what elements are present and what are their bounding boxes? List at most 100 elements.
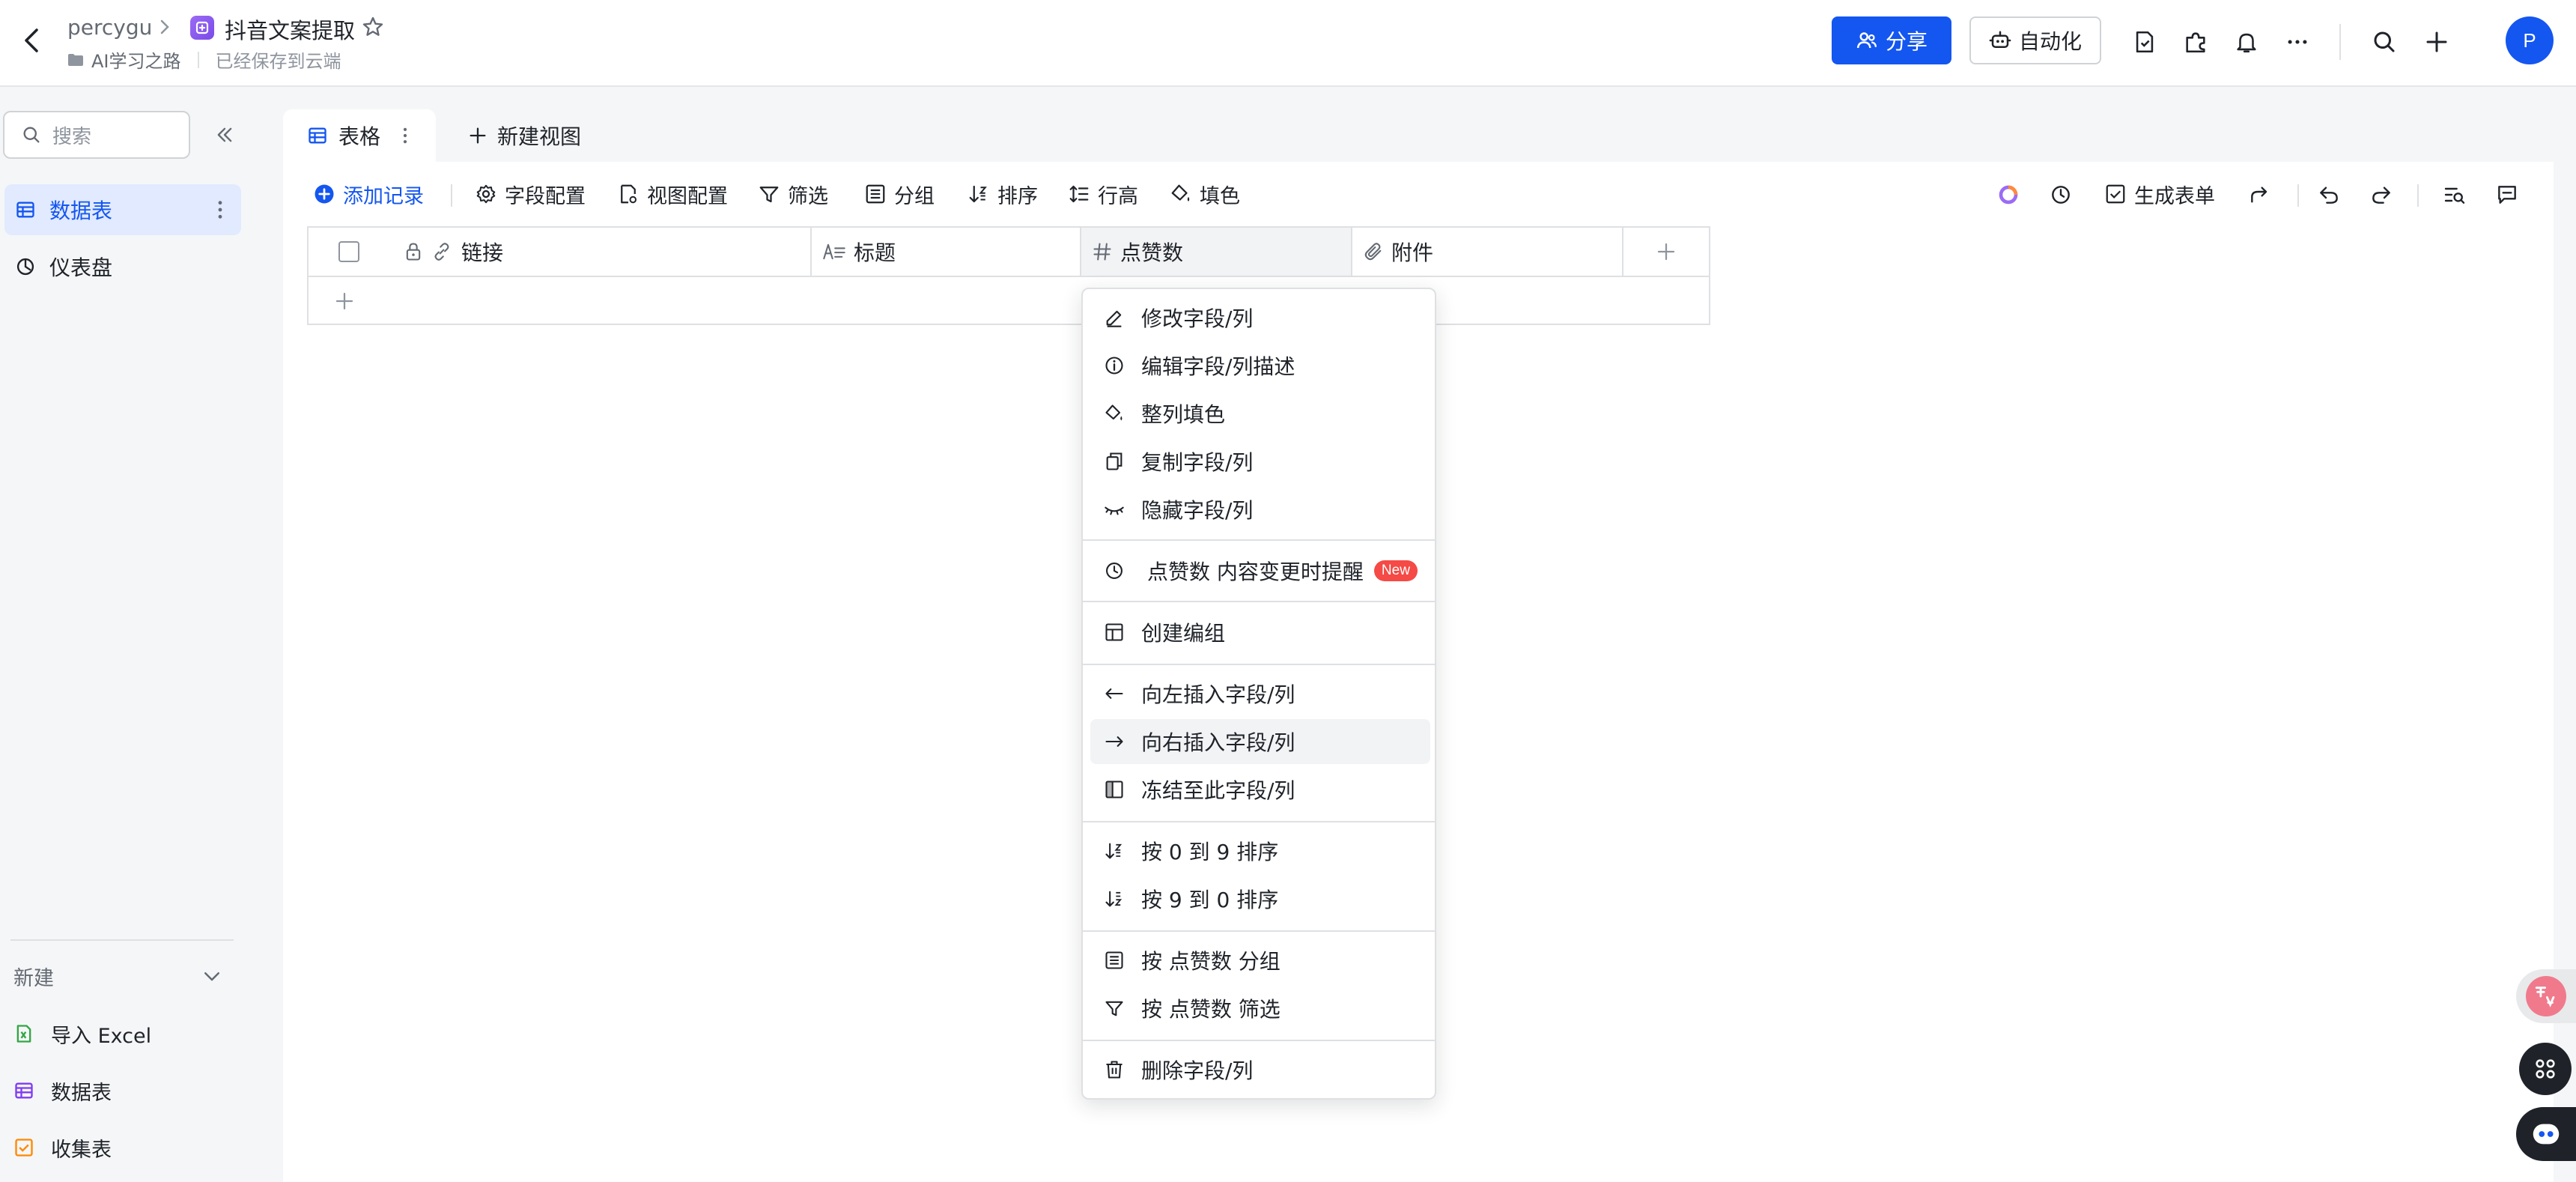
- plugins-button[interactable]: [2179, 25, 2212, 58]
- more-horizontal-icon: [2288, 40, 2307, 44]
- menu-item-create-group[interactable]: 创建编组: [1090, 610, 1430, 655]
- new-section-toggle[interactable]: 新建: [13, 957, 223, 995]
- more-vertical-icon[interactable]: [400, 125, 410, 146]
- new-import-excel[interactable]: 导入 Excel: [13, 1013, 151, 1055]
- add-record-button[interactable]: 添加记录: [313, 178, 424, 210]
- select-all-checkbox[interactable]: [338, 241, 359, 262]
- view-tabs: 表格 新建视图: [283, 109, 2554, 162]
- redo-button[interactable]: [2366, 180, 2396, 210]
- sidebar-item-datatable[interactable]: 数据表: [4, 184, 241, 235]
- add-column-button[interactable]: [1623, 228, 1709, 276]
- chevron-right-icon: [160, 19, 169, 34]
- sort-icon: [969, 185, 987, 203]
- sidebar-search-input[interactable]: 搜索: [3, 111, 190, 159]
- filter-button[interactable]: 筛选: [758, 178, 828, 210]
- star-icon[interactable]: [361, 15, 385, 39]
- breadcrumb-user[interactable]: percygu: [67, 15, 152, 40]
- column-header-label: 标题: [854, 240, 896, 265]
- divider: [2417, 184, 2419, 207]
- fill-color-button[interactable]: 填色: [1170, 178, 1240, 210]
- new-datatable[interactable]: 数据表: [13, 1070, 112, 1112]
- column-header-title[interactable]: 标题: [812, 228, 1081, 276]
- doc-info-button[interactable]: [2128, 25, 2161, 58]
- back-button[interactable]: [15, 24, 48, 57]
- menu-item-sort-desc[interactable]: 按 9 到 0 排序: [1090, 876, 1430, 921]
- group-button[interactable]: 分组: [864, 178, 935, 210]
- translate-widget[interactable]: [2516, 969, 2576, 1023]
- tab-grid-view[interactable]: 表格: [283, 109, 436, 162]
- row-height-label: 行高: [1098, 184, 1138, 208]
- menu-item-delete-field[interactable]: 删除字段/列: [1090, 1047, 1430, 1092]
- chevron-left-icon: [25, 28, 38, 52]
- fill-color-label: 填色: [1200, 184, 1240, 208]
- plus-icon: [2426, 31, 2447, 52]
- table-icon: [15, 1082, 33, 1099]
- more-button[interactable]: [2281, 25, 2314, 58]
- menu-item-label: 按 点赞数 筛选: [1141, 997, 1281, 1022]
- create-button[interactable]: [2420, 25, 2453, 58]
- share-button[interactable]: 分享: [1832, 16, 1951, 64]
- translate-icon: [2526, 976, 2566, 1016]
- avatar[interactable]: P: [2506, 16, 2554, 64]
- menu-item-freeze[interactable]: 冻结至此字段/列: [1090, 767, 1430, 812]
- search-records-button[interactable]: [2440, 180, 2470, 210]
- menu-item-group-by[interactable]: 按 点赞数 分组: [1090, 938, 1430, 983]
- text-icon: [823, 243, 845, 260]
- filter-icon: [759, 187, 779, 203]
- view-toolbar: 添加记录 字段配置 视图配置 筛选 分组 排序 行高 填色 生成表单: [283, 162, 2554, 226]
- column-header-link[interactable]: 链接: [309, 228, 812, 276]
- menu-item-insert-right[interactable]: 向右插入字段/列: [1090, 719, 1430, 764]
- more-vertical-icon[interactable]: [213, 198, 228, 222]
- filter-icon: [1105, 1001, 1123, 1016]
- new-view-button[interactable]: 新建视图: [467, 109, 581, 162]
- automation-label: 自动化: [2018, 29, 2082, 54]
- filter-label: 筛选: [788, 184, 828, 208]
- divider: [1083, 1040, 1435, 1041]
- grid-header: 链接 标题 点赞数 附件: [309, 228, 1709, 277]
- app-launcher-button[interactable]: [2519, 1043, 2572, 1095]
- menu-item-label: 整列填色: [1141, 402, 1226, 427]
- new-view-label: 新建视图: [497, 124, 582, 149]
- column-header-attachment[interactable]: 附件: [1352, 228, 1623, 276]
- comments-button[interactable]: [2492, 180, 2522, 210]
- sidebar-item-label: 仪表盘: [49, 255, 113, 280]
- menu-item-filter-by[interactable]: 按 点赞数 筛选: [1090, 986, 1430, 1031]
- collapse-sidebar-button[interactable]: [211, 121, 238, 148]
- view-config-button[interactable]: 视图配置: [617, 178, 728, 210]
- menu-item-insert-left[interactable]: 向左插入字段/列: [1090, 671, 1430, 716]
- menu-item-edit-field[interactable]: 修改字段/列: [1090, 295, 1430, 340]
- undo-icon: [2320, 187, 2338, 204]
- new-section-label: 新建: [13, 966, 54, 990]
- automation-button[interactable]: 自动化: [1969, 16, 2101, 64]
- generate-form-button[interactable]: 生成表单: [2104, 178, 2215, 210]
- folder-name[interactable]: AI学习之路: [91, 46, 181, 73]
- arrow-left-icon: [1105, 688, 1123, 699]
- menu-item-label: 向右插入字段/列: [1141, 730, 1295, 755]
- add-record-label: 添加记录: [343, 184, 424, 208]
- sidebar-item-dashboard[interactable]: 仪表盘: [4, 241, 241, 292]
- divider: [2339, 24, 2341, 60]
- form-icon: [15, 1139, 33, 1157]
- menu-item-edit-description[interactable]: 编辑字段/列描述: [1090, 343, 1430, 388]
- new-form[interactable]: 收集表: [13, 1127, 112, 1169]
- menu-item-copy-field[interactable]: 复制字段/列: [1090, 439, 1430, 484]
- menu-item-fill-column[interactable]: 整列填色: [1090, 391, 1430, 436]
- column-header-likes[interactable]: 点赞数: [1081, 228, 1352, 276]
- menu-item-sort-asc[interactable]: 按 0 到 9 排序: [1090, 828, 1430, 873]
- add-row-button[interactable]: [329, 286, 359, 316]
- menu-item-hide-field[interactable]: 隐藏字段/列: [1090, 487, 1430, 532]
- undo-button[interactable]: [2314, 180, 2344, 210]
- assistant-bot-button[interactable]: [2516, 1107, 2576, 1161]
- chevron-down-icon: [204, 972, 219, 981]
- notifications-button[interactable]: [2230, 25, 2263, 58]
- folder-icon: [68, 53, 83, 66]
- share-view-button[interactable]: [2245, 180, 2275, 210]
- reminder-button[interactable]: [2046, 180, 2076, 210]
- search-button[interactable]: [2368, 25, 2401, 58]
- row-height-button[interactable]: 行高: [1068, 178, 1138, 210]
- menu-item-change-reminder[interactable]: 点赞数 内容变更时提醒 New: [1090, 548, 1430, 593]
- field-config-button[interactable]: 字段配置: [475, 178, 586, 210]
- doc-title[interactable]: 抖音文案提取: [225, 13, 355, 45]
- sort-button[interactable]: 排序: [967, 178, 1038, 210]
- ai-assistant-button[interactable]: [1993, 180, 2023, 210]
